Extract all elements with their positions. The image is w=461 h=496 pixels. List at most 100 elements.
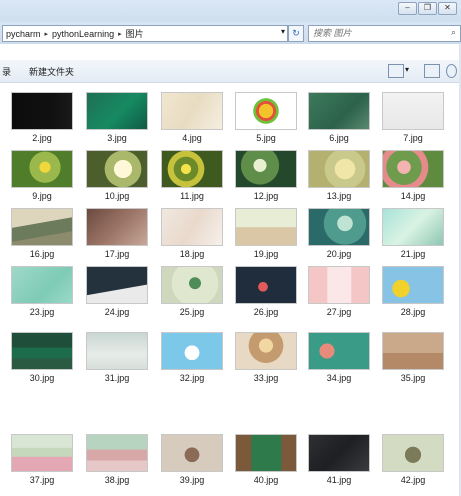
file-item[interactable]: 13.jpg (306, 150, 372, 201)
file-item[interactable]: 23.jpg (9, 266, 75, 317)
file-item[interactable]: 39.jpg (159, 434, 225, 485)
minimize-button[interactable]: – (398, 2, 417, 15)
new-folder-button[interactable]: 新建文件夹 (29, 65, 74, 78)
image-thumbnail[interactable] (235, 92, 297, 130)
file-item[interactable]: 6.jpg (306, 92, 372, 143)
search-input[interactable] (309, 26, 442, 39)
image-thumbnail[interactable] (86, 332, 148, 370)
file-name: 38.jpg (104, 475, 130, 485)
file-item[interactable]: 21.jpg (380, 208, 446, 259)
file-item[interactable]: 28.jpg (380, 266, 446, 317)
image-thumbnail[interactable] (86, 266, 148, 304)
file-item[interactable]: 14.jpg (380, 150, 446, 201)
image-thumbnail[interactable] (235, 208, 297, 246)
image-thumbnail[interactable] (308, 208, 370, 246)
file-item[interactable]: 32.jpg (159, 332, 225, 383)
file-name: 28.jpg (400, 307, 426, 317)
image-thumbnail[interactable] (161, 266, 223, 304)
image-thumbnail[interactable] (11, 434, 73, 472)
address-bar[interactable]: pycharm ▸ pythonLearning ▸ 图片 ▾ (2, 25, 288, 42)
image-thumbnail[interactable] (11, 92, 73, 130)
image-thumbnail[interactable] (86, 434, 148, 472)
image-thumbnail[interactable] (308, 266, 370, 304)
file-item[interactable]: 37.jpg (9, 434, 75, 485)
file-item[interactable]: 11.jpg (159, 150, 225, 201)
file-item[interactable]: 25.jpg (159, 266, 225, 317)
file-item[interactable]: 34.jpg (306, 332, 372, 383)
chevron-down-icon[interactable]: ▾ (405, 65, 409, 74)
file-name: 14.jpg (400, 191, 426, 201)
file-name: 37.jpg (29, 475, 55, 485)
file-item[interactable]: 2.jpg (9, 92, 75, 143)
image-thumbnail[interactable] (382, 434, 444, 472)
file-item[interactable]: 16.jpg (9, 208, 75, 259)
image-thumbnail[interactable] (161, 150, 223, 188)
image-thumbnail[interactable] (308, 92, 370, 130)
file-item[interactable]: 27.jpg (306, 266, 372, 317)
file-item[interactable]: 26.jpg (233, 266, 299, 317)
file-item[interactable]: 3.jpg (84, 92, 150, 143)
view-options-icon[interactable] (388, 64, 404, 78)
toolbar-item-partial[interactable]: 录 (2, 65, 11, 78)
image-thumbnail[interactable] (161, 92, 223, 130)
maximize-button[interactable]: ❐ (418, 2, 437, 15)
chevron-down-icon[interactable]: ▾ (281, 27, 285, 36)
file-item[interactable]: 5.jpg (233, 92, 299, 143)
image-thumbnail[interactable] (86, 208, 148, 246)
file-name: 42.jpg (400, 475, 426, 485)
file-item[interactable]: 12.jpg (233, 150, 299, 201)
image-thumbnail[interactable] (382, 92, 444, 130)
file-item[interactable]: 38.jpg (84, 434, 150, 485)
file-item[interactable]: 24.jpg (84, 266, 150, 317)
file-item[interactable]: 40.jpg (233, 434, 299, 485)
image-thumbnail[interactable] (308, 434, 370, 472)
image-thumbnail[interactable] (161, 208, 223, 246)
image-thumbnail[interactable] (382, 208, 444, 246)
image-thumbnail[interactable] (235, 266, 297, 304)
file-item[interactable]: 10.jpg (84, 150, 150, 201)
file-item[interactable]: 20.jpg (306, 208, 372, 259)
image-thumbnail[interactable] (86, 150, 148, 188)
window-controls: – ❐ ✕ (398, 2, 457, 15)
image-thumbnail[interactable] (86, 92, 148, 130)
image-thumbnail[interactable] (11, 208, 73, 246)
image-thumbnail[interactable] (11, 150, 73, 188)
image-thumbnail[interactable] (382, 332, 444, 370)
image-thumbnail[interactable] (161, 434, 223, 472)
image-thumbnail[interactable] (235, 434, 297, 472)
search-icon[interactable]: ⌕ (451, 27, 456, 38)
image-thumbnail[interactable] (308, 332, 370, 370)
file-item[interactable]: 18.jpg (159, 208, 225, 259)
help-icon[interactable] (446, 64, 457, 78)
close-button[interactable]: ✕ (438, 2, 457, 15)
breadcrumb-pycharm[interactable]: pycharm (3, 29, 44, 39)
image-thumbnail[interactable] (382, 266, 444, 304)
image-thumbnail[interactable] (11, 266, 73, 304)
file-item[interactable]: 42.jpg (380, 434, 446, 485)
file-item[interactable]: 9.jpg (9, 150, 75, 201)
file-item[interactable]: 7.jpg (380, 92, 446, 143)
file-item[interactable]: 30.jpg (9, 332, 75, 383)
image-thumbnail[interactable] (235, 150, 297, 188)
file-item[interactable]: 31.jpg (84, 332, 150, 383)
file-item[interactable]: 4.jpg (159, 92, 225, 143)
breadcrumb-images[interactable]: 图片 (123, 27, 147, 40)
search-box[interactable]: ⌕ (308, 25, 461, 42)
image-thumbnail[interactable] (308, 150, 370, 188)
file-name: 34.jpg (326, 373, 352, 383)
file-item[interactable]: 41.jpg (306, 434, 372, 485)
file-item[interactable]: 35.jpg (380, 332, 446, 383)
preview-pane-icon[interactable] (424, 64, 440, 78)
file-name: 16.jpg (29, 249, 55, 259)
image-thumbnail[interactable] (235, 332, 297, 370)
image-thumbnail[interactable] (161, 332, 223, 370)
file-name: 17.jpg (104, 249, 130, 259)
breadcrumb-pythonlearning[interactable]: pythonLearning (49, 29, 117, 39)
file-item[interactable]: 33.jpg (233, 332, 299, 383)
refresh-button[interactable]: ↻ (288, 25, 304, 42)
file-item[interactable]: 19.jpg (233, 208, 299, 259)
image-thumbnail[interactable] (11, 332, 73, 370)
address-row: pycharm ▸ pythonLearning ▸ 图片 ▾ ↻ ⌕ (0, 22, 461, 44)
image-thumbnail[interactable] (382, 150, 444, 188)
file-item[interactable]: 17.jpg (84, 208, 150, 259)
